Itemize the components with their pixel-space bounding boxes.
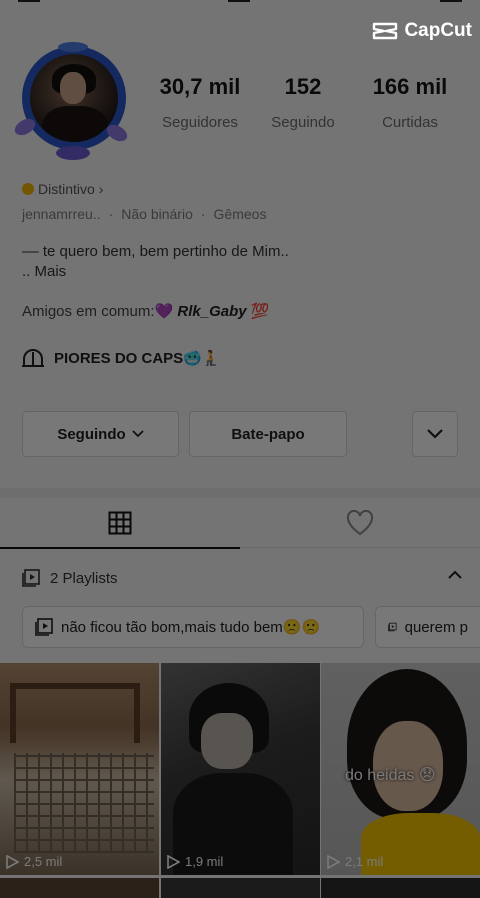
capcut-logo-icon <box>373 22 398 40</box>
avatar-photo <box>30 54 118 142</box>
video-thumbnail[interactable] <box>161 878 320 898</box>
avatar-flower-decoration <box>56 146 90 160</box>
grid-icon <box>108 511 132 535</box>
zodiac-sign: Gêmeos <box>213 206 267 222</box>
mutual-friend-name: Rlk_Gaby <box>177 303 247 320</box>
view-count: 2,1 mil <box>327 854 383 869</box>
stat-following[interactable]: 152 Seguindo <box>258 74 348 131</box>
profile-page: 30,7 mil Seguidores 152 Seguindo 166 mil… <box>0 0 480 898</box>
stat-likes[interactable]: 166 mil Curtidas <box>360 74 460 131</box>
video-thumbnail[interactable] <box>321 878 480 898</box>
gender: Não binário <box>121 206 193 222</box>
mutual-friend-emoji: 💯 <box>250 303 270 320</box>
play-icon <box>167 854 180 869</box>
playlists-title: 2 Playlists <box>50 569 118 587</box>
video-caption: do heidas 😞 <box>345 767 436 784</box>
video-thumbnail[interactable]: 1,9 mil <box>161 663 320 875</box>
badge-label: Distintivo <box>38 181 95 197</box>
face-shape <box>201 713 253 769</box>
playlist-icon <box>388 622 397 632</box>
active-tab-indicator <box>0 547 240 549</box>
chevron-right-icon: › <box>98 181 104 197</box>
stat-value: 152 <box>284 74 322 99</box>
separator: · <box>200 206 206 222</box>
stat-label: Seguindo <box>271 114 335 131</box>
bio-line: –– te quero bem, bem pertinho de Mim.. <box>22 243 289 260</box>
lock-dome-icon <box>22 349 44 367</box>
top-bar-icons <box>0 0 480 6</box>
tab-liked[interactable] <box>240 498 480 548</box>
group-name: PIORES DO CAPS🥶🧎 <box>54 350 221 367</box>
badge-link[interactable]: Distintivo › <box>22 181 103 197</box>
stat-followers[interactable]: 30,7 mil Seguidores <box>150 74 250 131</box>
group-link[interactable]: PIORES DO CAPS🥶🧎 <box>22 348 221 368</box>
chevron-up-icon[interactable] <box>448 570 462 579</box>
section-divider <box>0 488 480 498</box>
tab-videos[interactable] <box>0 498 240 549</box>
mutual-friends[interactable]: Amigos em comum:💜 Rlk_Gaby 💯 <box>22 302 269 320</box>
share-icon[interactable] <box>440 0 462 2</box>
playlists-header[interactable]: 2 Playlists <box>22 568 462 588</box>
chair-shape <box>10 683 140 743</box>
back-icon[interactable] <box>18 0 40 2</box>
username: jennamrreu.. <box>22 206 101 222</box>
playlist-icon <box>22 569 40 587</box>
heart-outline-icon <box>346 510 374 536</box>
playlist-chip[interactable]: querem p <box>375 606 480 648</box>
profile-meta: jennamrreu.. · Não binário · Gêmeos <box>22 206 266 222</box>
video-thumbnail[interactable]: 2,5 mil <box>0 663 159 875</box>
avatar-flower-decoration <box>58 42 88 52</box>
chat-label: Bate-papo <box>231 425 305 443</box>
mutual-friends-label: Amigos em comum:💜 <box>22 303 174 320</box>
chevron-down-icon <box>132 430 144 438</box>
notification-icon[interactable] <box>228 0 250 2</box>
following-button[interactable]: Seguindo <box>22 411 179 457</box>
separator: · <box>108 206 114 222</box>
playlist-icon <box>35 618 53 636</box>
view-count: 1,9 mil <box>167 854 223 869</box>
chat-button[interactable]: Bate-papo <box>189 411 347 457</box>
bio-more-link[interactable]: .. Mais <box>22 262 289 282</box>
stat-label: Curtidas <box>382 114 438 131</box>
more-options-button[interactable] <box>412 411 458 457</box>
badge-icon <box>22 183 34 195</box>
capcut-watermark: CapCut <box>372 20 472 42</box>
stat-value: 30,7 mil <box>159 74 241 99</box>
play-icon <box>6 854 19 869</box>
bio: –– te quero bem, bem pertinho de Mim.. .… <box>22 242 289 282</box>
stat-label: Seguidores <box>162 114 238 131</box>
video-thumbnail[interactable]: do heidas 😞 2,1 mil <box>321 663 480 875</box>
content-tabs <box>0 498 480 549</box>
view-count: 2,5 mil <box>6 854 62 869</box>
stat-value: 166 mil <box>372 74 448 99</box>
cooling-rack <box>14 753 154 853</box>
avatar[interactable] <box>11 42 134 164</box>
playlist-name: querem p <box>404 618 468 636</box>
chevron-down-icon <box>427 429 443 439</box>
capcut-label: CapCut <box>404 20 472 41</box>
playlist-name: não ficou tão bom,mais tudo bem🙁🙁 <box>61 619 321 636</box>
playlist-chip[interactable]: não ficou tão bom,mais tudo bem🙁🙁 <box>22 606 364 648</box>
video-grid: 2,5 mil 1,9 mil do heidas 😞 2,1 mil <box>0 663 480 898</box>
play-icon <box>327 854 340 869</box>
video-thumbnail[interactable] <box>0 878 159 898</box>
following-label: Seguindo <box>57 425 126 443</box>
